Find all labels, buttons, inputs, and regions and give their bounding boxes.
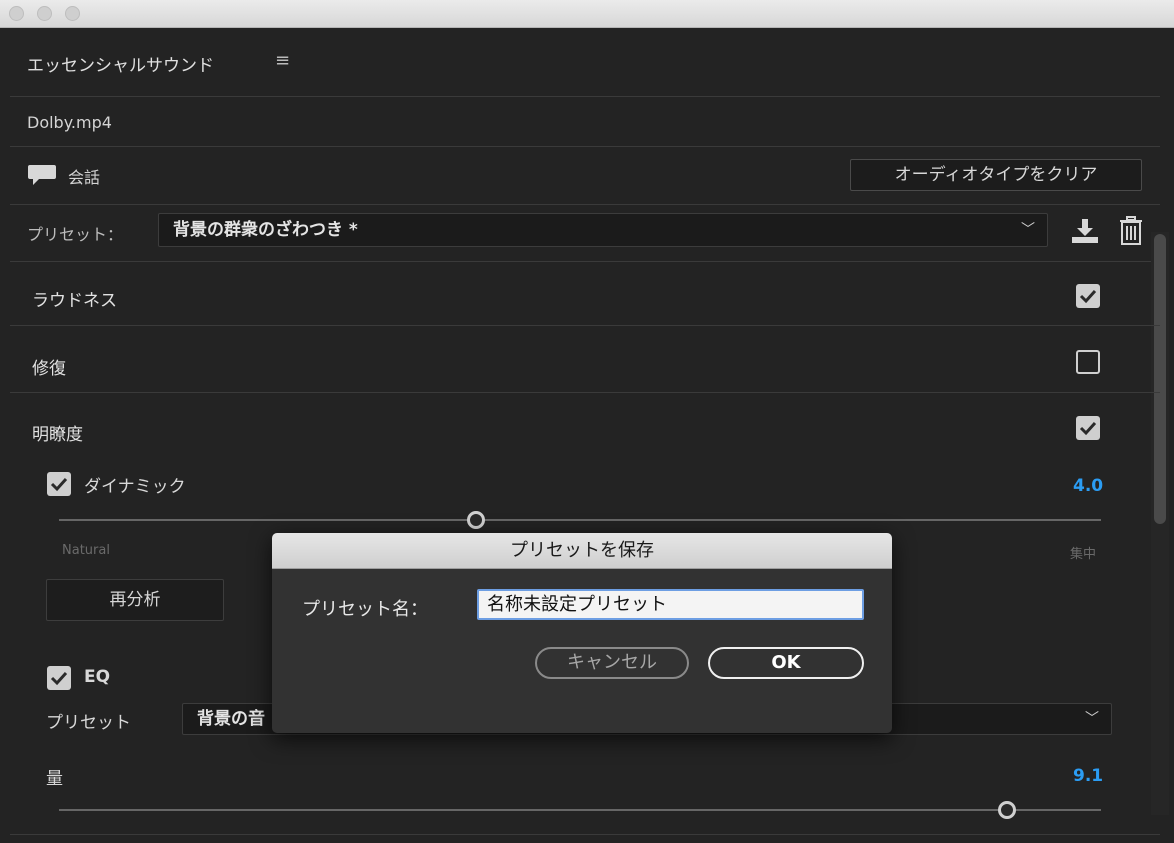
preset-label: プリセット： — [27, 225, 124, 244]
section-repair-label: 修復 — [32, 359, 66, 379]
ok-button[interactable]: OK — [708, 647, 864, 679]
window-close-button[interactable] — [9, 6, 24, 21]
preset-name-label: プリセット名： — [302, 599, 428, 620]
audio-type-label: 会話 — [68, 168, 101, 187]
dialog-title: プリセットを保存 — [272, 533, 892, 569]
divider — [10, 325, 1160, 326]
clip-name: Dolby.mp4 — [27, 113, 112, 132]
section-clarity-label: 明瞭度 — [32, 425, 83, 445]
hamburger-menu-icon[interactable]: ≡ — [275, 50, 290, 71]
dynamic-slider-handle[interactable] — [466, 511, 485, 529]
preset-name-input[interactable]: 名称未設定プリセット — [477, 589, 864, 620]
eq-preset-label: プリセット — [46, 713, 131, 733]
chevron-down-icon: ﹀ — [1021, 222, 1035, 238]
loudness-checkbox[interactable] — [1076, 284, 1100, 308]
divider — [10, 146, 1160, 147]
amount-value[interactable]: 9.1 — [1073, 766, 1103, 786]
save-preset-dialog: プリセットを保存 プリセット名： 名称未設定プリセット キャンセル OK — [272, 533, 892, 733]
divider — [10, 834, 1160, 835]
eq-checkbox[interactable] — [47, 666, 71, 690]
dynamic-slider-track[interactable] — [59, 519, 1101, 521]
chevron-down-icon: ﹀ — [1085, 711, 1099, 727]
divider — [10, 261, 1160, 262]
dynamic-min-label: Natural — [62, 543, 110, 558]
cancel-button[interactable]: キャンセル — [535, 647, 689, 679]
repair-checkbox[interactable] — [1076, 350, 1100, 374]
trash-icon[interactable] — [1118, 216, 1144, 246]
divider — [10, 392, 1160, 393]
clear-audio-type-button[interactable]: オーディオタイプをクリア — [850, 159, 1142, 191]
scrollbar-thumb[interactable] — [1154, 234, 1166, 524]
check-icon — [50, 477, 68, 492]
preset-name-value: 名称未設定プリセット — [487, 594, 667, 615]
speech-bubble-icon — [28, 165, 56, 185]
reanalyze-button[interactable]: 再分析 — [46, 579, 224, 621]
divider — [10, 204, 1160, 205]
dynamic-value[interactable]: 4.0 — [1073, 476, 1103, 496]
window-zoom-button[interactable] — [65, 6, 80, 21]
divider — [10, 96, 1160, 97]
check-icon — [1079, 421, 1097, 436]
check-icon — [50, 671, 68, 686]
panel-title: エッセンシャルサウンド — [27, 56, 214, 76]
dynamic-checkbox[interactable] — [47, 472, 71, 496]
scrollbar-track[interactable] — [1151, 232, 1169, 815]
amount-label: 量 — [46, 769, 63, 789]
preset-dropdown-value: 背景の群衆のざわつき * — [173, 220, 358, 240]
preset-dropdown[interactable]: 背景の群衆のざわつき * ﹀ — [158, 213, 1048, 247]
dynamic-max-label: 集中 — [1070, 547, 1097, 562]
eq-preset-value: 背景の音 — [197, 709, 265, 729]
amount-slider-track[interactable] — [59, 809, 1101, 811]
window-minimize-button[interactable] — [37, 6, 52, 21]
section-loudness-label: ラウドネス — [32, 291, 117, 311]
dynamic-label: ダイナミック — [84, 477, 186, 497]
check-icon — [1079, 289, 1097, 304]
window-titlebar — [0, 0, 1174, 28]
eq-label: EQ — [84, 667, 111, 687]
download-icon[interactable] — [1070, 218, 1100, 244]
amount-slider-handle[interactable] — [998, 801, 1017, 819]
clarity-checkbox[interactable] — [1076, 416, 1100, 440]
